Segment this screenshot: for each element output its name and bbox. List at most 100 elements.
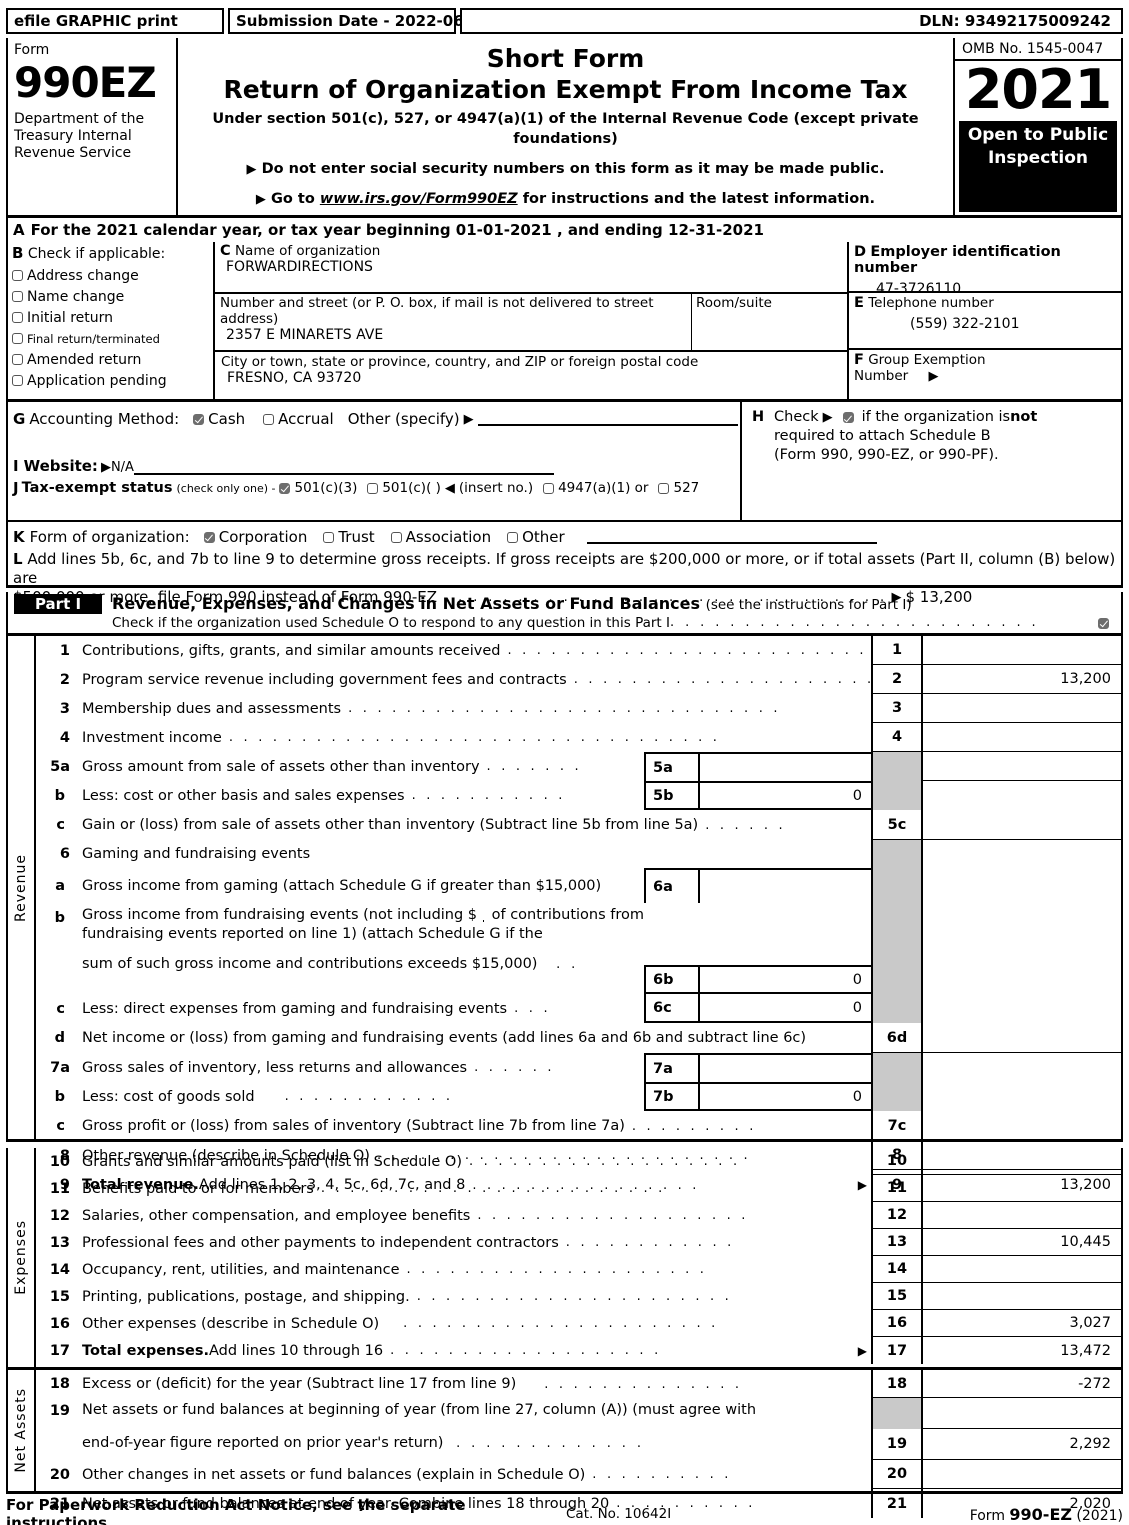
checkbox-527-icon[interactable]	[658, 482, 670, 494]
ssn-notice-text: Do not enter social security numbers on …	[261, 161, 885, 177]
checkbox-other-org-icon[interactable]	[507, 531, 519, 543]
sub-amount-box: 6c 0	[644, 994, 871, 1023]
section-g-letter: G	[13, 410, 26, 428]
row-amount[interactable]	[923, 694, 1121, 723]
checkbox-trust-icon[interactable]	[323, 531, 335, 543]
row-amount	[923, 1053, 1121, 1082]
leader-dots-part-i: . . . . . . . . . . . . . . . . . . . . …	[670, 615, 1040, 630]
line-19-lower-cells: 19 2,292	[871, 1429, 1121, 1460]
row-line-number-shaded	[871, 1082, 923, 1111]
row-description-text: Printing, publications, postage, and shi…	[82, 1288, 410, 1305]
net-assets-side-label-text: Net Assets	[13, 1388, 29, 1473]
irs-url-link[interactable]: www.irs.gov/Form990EZ	[320, 191, 518, 207]
row-amount[interactable]	[923, 1283, 1121, 1310]
row-amount[interactable]: -272	[923, 1370, 1121, 1398]
checkbox-address-change-label: Address change	[27, 267, 139, 284]
leader-dots: . . . . . . . . . . . . . . . . . . . . …	[507, 643, 867, 658]
goto-prefix: Go to	[270, 191, 320, 207]
row-number: 20	[49, 1466, 70, 1483]
row-amount[interactable]	[923, 1202, 1121, 1229]
row-amount[interactable]	[923, 810, 1121, 840]
checkbox-cash-icon[interactable]	[193, 413, 205, 425]
checkbox-row-amended-return[interactable]: Amended return	[12, 349, 213, 370]
checkbox-row-name-change[interactable]: Name change	[12, 286, 213, 307]
sub-amount[interactable]: 0	[700, 994, 871, 1021]
footer-form-year: (2021)	[1071, 1507, 1123, 1524]
checkbox-amended-return-icon[interactable]	[12, 354, 23, 365]
checkbox-row-application-pending[interactable]: Application pending	[12, 370, 213, 391]
row-amount[interactable]	[923, 1175, 1121, 1202]
row-amount[interactable]: 13,200	[923, 665, 1121, 694]
website-input-underline[interactable]	[133, 461, 554, 475]
row-desc-line-2: fundraising events reported on line 1) (…	[82, 926, 543, 942]
sub-amount[interactable]: 0	[700, 967, 871, 992]
row-description-text: Less: direct expenses from gaming and fu…	[82, 1000, 508, 1017]
checkbox-row-initial-return[interactable]: Initial return	[12, 307, 213, 328]
table-row: 1 Contributions, gifts, grants, and simi…	[36, 636, 1121, 665]
catalog-number: Cat. No. 10642I	[566, 1506, 672, 1522]
row-amount[interactable]: 10,445	[923, 1229, 1121, 1256]
checkbox-501c-icon[interactable]	[367, 482, 379, 494]
sub-amount[interactable]	[700, 870, 871, 903]
checkbox-initial-return-icon[interactable]	[12, 312, 23, 323]
tax-year: 2021	[964, 58, 1112, 121]
row-description: Occupancy, rent, utilities, and maintena…	[76, 1256, 871, 1283]
row-line-number: 12	[871, 1202, 923, 1229]
row-amount[interactable]	[923, 1111, 1121, 1141]
fundraising-contrib-input[interactable]	[483, 908, 484, 922]
leader-dots: . . . . . .	[705, 817, 786, 833]
telephone-value: (559) 322-2101	[910, 316, 1020, 332]
row-amount[interactable]	[923, 723, 1121, 752]
checkbox-accrual-icon[interactable]	[263, 413, 275, 425]
checkbox-application-pending-icon[interactable]	[12, 375, 23, 386]
checkbox-association-icon[interactable]	[390, 531, 402, 543]
part-i-title-note: (see the instructions for Part I)	[705, 597, 912, 613]
triangle-pointer-icon-i: ▶	[100, 460, 111, 475]
row-amount[interactable]	[923, 1460, 1121, 1489]
row-amount[interactable]	[923, 1023, 1121, 1053]
section-i-letter: I	[13, 457, 19, 475]
triangle-pointer-icon-g: ▶	[463, 411, 474, 427]
accounting-other-input[interactable]	[477, 412, 738, 426]
row-amount[interactable]	[923, 1148, 1121, 1175]
row-number: 18	[49, 1376, 70, 1392]
row-amount[interactable]: 2,292	[923, 1429, 1121, 1460]
checkbox-schedule-o-icon[interactable]	[1098, 617, 1109, 629]
paperwork-notice: For Paperwork Reduction Act Notice, see …	[6, 1496, 466, 1525]
room-suite-label: Room/suite	[696, 295, 772, 311]
sub-amount[interactable]: 0	[700, 783, 871, 808]
checkbox-name-change-icon[interactable]	[12, 291, 23, 302]
row-description-text: Add lines 10 through 16	[209, 1342, 384, 1359]
row-description: Excess or (deficit) for the year (Subtra…	[76, 1370, 871, 1398]
leader-dots: . . .	[514, 1001, 551, 1016]
row-amount	[923, 868, 1121, 903]
sub-amount[interactable]	[700, 754, 871, 781]
row-amount[interactable]	[923, 636, 1121, 665]
sub-amount[interactable]: 0	[700, 1084, 871, 1109]
sub-line-number: 7a	[646, 1055, 700, 1082]
table-row: 12 Salaries, other compensation, and emp…	[36, 1202, 1121, 1229]
row-amount[interactable]: 3,027	[923, 1310, 1121, 1337]
row-amount[interactable]	[923, 1256, 1121, 1283]
part-i-title: Revenue, Expenses, and Changes in Net As…	[112, 594, 700, 613]
checkbox-application-pending-label: Application pending	[27, 372, 167, 389]
checkbox-501c3-icon[interactable]	[279, 482, 291, 494]
checkbox-final-return-icon[interactable]	[12, 333, 23, 344]
checkbox-amended-return-label: Amended return	[27, 351, 142, 368]
section-h-line-3: (Form 990, 990-EZ, or 990-PF).	[774, 447, 999, 463]
checkbox-row-address-change[interactable]: Address change	[12, 265, 213, 286]
checkbox-527-label: 527	[673, 480, 700, 496]
triangle-pointer-icon-total-exp: ▶	[857, 1343, 867, 1358]
checkbox-4947a1-icon[interactable]	[543, 482, 555, 494]
sub-amount[interactable]	[700, 1055, 871, 1082]
checkbox-schedule-b-icon[interactable]	[842, 412, 854, 423]
checkbox-row-final-return[interactable]: Final return/terminated	[12, 328, 213, 349]
page-footer: For Paperwork Reduction Act Notice, see …	[6, 1496, 1123, 1525]
row-description: Less: direct expenses from gaming and fu…	[76, 994, 644, 1023]
other-org-input[interactable]	[586, 530, 877, 544]
section-i-label: Website:	[23, 457, 98, 475]
checkbox-address-change-icon[interactable]	[12, 270, 23, 281]
row-amount[interactable]: 13,472	[923, 1337, 1121, 1364]
checkbox-corporation-icon[interactable]	[203, 531, 215, 543]
sub-amount-box: 5b 0	[644, 781, 871, 810]
